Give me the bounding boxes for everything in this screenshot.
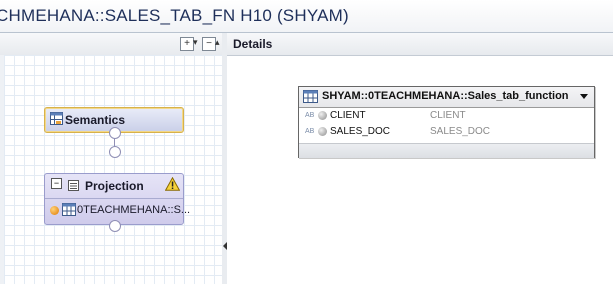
editor-title: CHMEHANA::SALES_TAB_FN H10 (SHYAM) xyxy=(0,6,349,25)
projection-input-connector[interactable] xyxy=(109,220,121,232)
details-panel: Details SHYAM::0TEACHMEHANA::Sales_tab_f… xyxy=(227,33,613,284)
attribute-type-icon: AB xyxy=(305,128,315,135)
projection-icon xyxy=(67,179,80,197)
collapse-icon[interactable]: − xyxy=(51,178,62,189)
table-function-header[interactable]: SHYAM::0TEACHMEHANA::Sales_tab_function xyxy=(299,87,594,108)
scenario-toolbar: + ▾ − ▴ xyxy=(0,33,222,56)
projection-output-connector[interactable] xyxy=(109,146,121,158)
scenario-canvas[interactable]: Semantics − Projection 0TEACHMEHANA::S..… xyxy=(4,55,222,284)
collapse-arrow-icon: ▴ xyxy=(215,37,220,47)
column-name: CLIENT xyxy=(330,110,366,121)
semantics-icon xyxy=(50,112,63,130)
details-title: Details xyxy=(233,37,273,51)
chevron-down-icon[interactable] xyxy=(580,94,588,99)
projection-label: Projection xyxy=(85,179,144,193)
attribute-type-icon: AB xyxy=(305,112,315,119)
source-status-icon xyxy=(50,206,59,215)
column-name: SALES_DOC xyxy=(330,126,391,137)
column-mapping: CLIENT xyxy=(430,110,466,121)
column-row[interactable]: AB CLIENT CLIENT xyxy=(299,108,594,124)
table-function-title: SHYAM::0TEACHMEHANA::Sales_tab_function xyxy=(322,90,569,102)
warning-icon[interactable] xyxy=(164,176,181,196)
column-status-icon xyxy=(318,127,327,136)
collapse-all-icon[interactable]: − xyxy=(202,37,216,51)
table-function-box[interactable]: SHYAM::0TEACHMEHANA::Sales_tab_function … xyxy=(298,86,595,158)
column-mapping: SALES_DOC xyxy=(430,126,491,137)
projection-node[interactable]: − Projection 0TEACHMEHANA::S... xyxy=(44,173,190,225)
details-header: Details xyxy=(227,33,613,56)
node-divider xyxy=(45,198,183,199)
semantics-label: Semantics xyxy=(65,113,126,127)
expand-arrow-icon: ▾ xyxy=(193,37,198,47)
column-row[interactable]: AB SALES_DOC SALES_DOC xyxy=(299,124,594,140)
projection-source-label: 0TEACHMEHANA::S... xyxy=(77,204,191,216)
editor-title-bar: CHMEHANA::SALES_TAB_FN H10 (SHYAM) xyxy=(0,0,613,33)
semantics-input-connector[interactable] xyxy=(109,127,121,139)
table-function-footer xyxy=(299,143,594,158)
column-status-icon xyxy=(318,111,327,120)
table-function-icon xyxy=(303,90,318,108)
expand-all-icon[interactable]: + xyxy=(180,37,194,51)
table-function-icon xyxy=(62,203,76,221)
scenario-panel: + ▾ − ▴ Semantics − Projection 0TEACHMEH… xyxy=(0,33,223,284)
